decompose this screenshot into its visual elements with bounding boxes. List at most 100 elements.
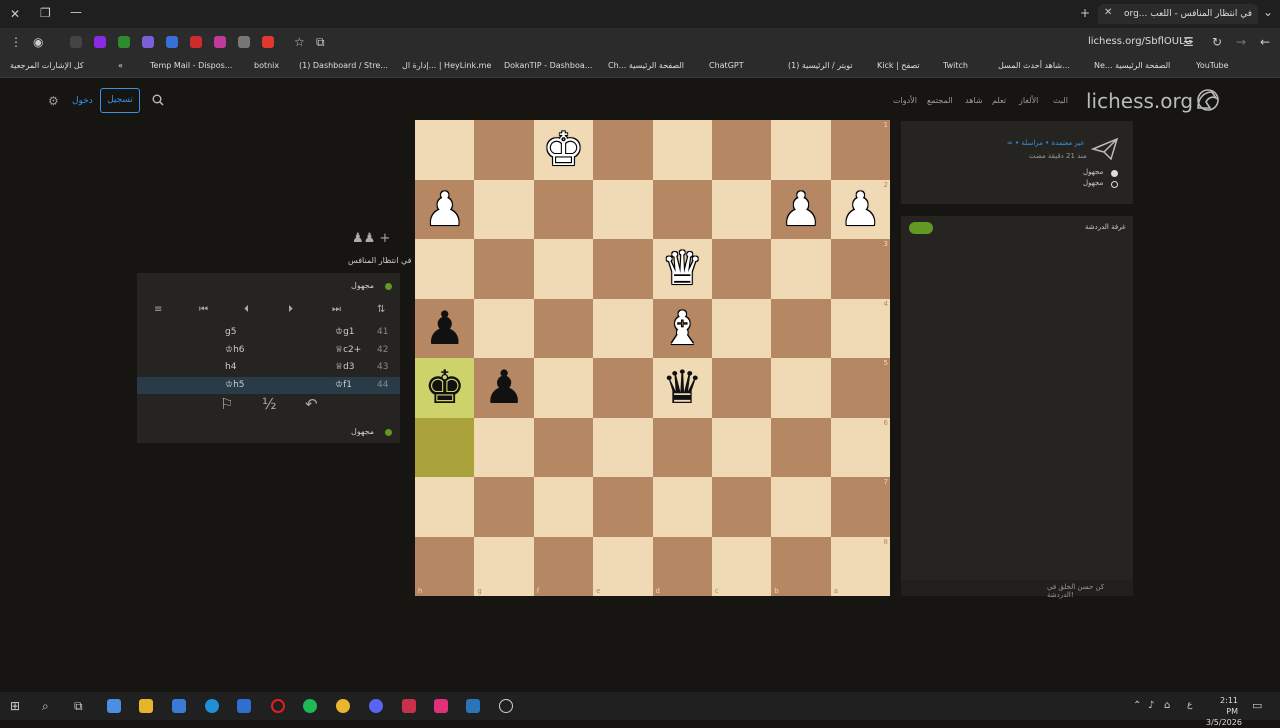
- board-square[interactable]: [533, 298, 594, 358]
- bookmark-star-icon[interactable]: ☆: [294, 36, 305, 48]
- bookmark-item[interactable]: Temp Mail - Dispos...: [150, 61, 232, 70]
- start-icon[interactable]: ⊞: [10, 700, 20, 712]
- board-square[interactable]: ♚: [533, 120, 594, 180]
- board-square[interactable]: 6: [830, 417, 890, 477]
- board-square[interactable]: [474, 298, 534, 358]
- tab-close-icon[interactable]: ✕: [1104, 8, 1112, 18]
- board-square[interactable]: [652, 417, 712, 477]
- nav-watch[interactable]: شاهد: [965, 96, 983, 105]
- white-piece[interactable]: ♟: [831, 180, 890, 240]
- file-explorer-icon[interactable]: [139, 699, 153, 713]
- resign-flag-icon[interactable]: ⚐: [220, 395, 233, 413]
- board-square[interactable]: [533, 417, 594, 477]
- white-piece[interactable]: ♟: [771, 180, 830, 240]
- board-square[interactable]: [474, 120, 534, 180]
- app-icon[interactable]: [434, 699, 448, 713]
- board-square[interactable]: [711, 417, 772, 477]
- nav-play[interactable]: البث: [1053, 96, 1068, 105]
- language-indicator[interactable]: ع: [1187, 701, 1192, 710]
- reload-icon[interactable]: ↻: [1212, 36, 1222, 48]
- taskbar-clock[interactable]: 2:11 PM 3/5/2026: [1206, 695, 1242, 728]
- board-square[interactable]: [474, 477, 534, 537]
- nav-puzzles[interactable]: الألغاز: [1019, 96, 1038, 105]
- bookmark-item[interactable]: شاهد أحدث المسل...: [998, 61, 1070, 70]
- white-move[interactable]: ♔f1: [335, 380, 352, 390]
- store-icon[interactable]: [172, 699, 186, 713]
- board-square[interactable]: [711, 179, 772, 239]
- board-square[interactable]: [415, 477, 475, 537]
- black-player-name[interactable]: مجهول: [1083, 179, 1103, 187]
- bookmark-all[interactable]: كل الإشارات المرجعية: [10, 61, 84, 70]
- bookmark-item[interactable]: Ne... الصفحة الرئيسية: [1094, 61, 1170, 70]
- board-square[interactable]: [652, 477, 712, 537]
- extension-icon[interactable]: [166, 36, 178, 48]
- board-square[interactable]: [771, 239, 831, 299]
- board-square[interactable]: [593, 179, 653, 239]
- board-square[interactable]: h: [415, 536, 475, 596]
- register-link[interactable]: دخول: [72, 96, 93, 106]
- board-square[interactable]: [474, 417, 534, 477]
- board-square[interactable]: [771, 120, 831, 180]
- extension-icon[interactable]: [238, 36, 250, 48]
- board-square[interactable]: [415, 417, 475, 477]
- board-square[interactable]: e: [593, 536, 653, 596]
- knight-logo-icon[interactable]: [1194, 88, 1220, 112]
- board-square[interactable]: g: [474, 536, 534, 596]
- extension-icon[interactable]: [262, 36, 274, 48]
- forward-icon[interactable]: ←: [1260, 36, 1270, 48]
- board-square[interactable]: [593, 239, 653, 299]
- board-square[interactable]: [771, 477, 831, 537]
- black-piece[interactable]: ♚: [415, 358, 474, 418]
- extension-icon[interactable]: [118, 36, 130, 48]
- board-square[interactable]: [415, 120, 475, 180]
- board-square[interactable]: f: [533, 536, 594, 596]
- white-move[interactable]: ♕c2+: [335, 345, 361, 355]
- board-square[interactable]: [771, 298, 831, 358]
- speaker-icon[interactable]: ♪: [1148, 701, 1154, 711]
- board-square[interactable]: [474, 179, 534, 239]
- network-icon[interactable]: ⌂: [1164, 701, 1170, 711]
- bookmark-item[interactable]: YouTube: [1196, 61, 1229, 70]
- board-square[interactable]: 2 ♟: [830, 179, 890, 240]
- nav-learn[interactable]: تعلم: [992, 96, 1006, 105]
- board-square[interactable]: [711, 120, 772, 180]
- board-square[interactable]: [533, 179, 594, 239]
- board-square[interactable]: [593, 298, 653, 358]
- bookmark-item[interactable]: (1) Dashboard / Stre...: [299, 61, 388, 70]
- takeback-icon[interactable]: ↶: [305, 395, 318, 413]
- search-taskbar-icon[interactable]: ⌕: [42, 700, 49, 712]
- mail-icon[interactable]: [237, 699, 251, 713]
- extension-icon[interactable]: [190, 36, 202, 48]
- chess-board[interactable]: ♚ 1 ♟ ♟ 2 ♟ ♛ 3 ♟ ♝ 4 ♚ ♟ ♛ 5 6 7 h g f e d c b 8 a: [415, 120, 890, 596]
- board-square[interactable]: 7: [830, 477, 890, 537]
- white-move[interactable]: ♔g1: [335, 327, 355, 337]
- bookmark-item[interactable]: (1) تويتر / الرئيسية: [788, 61, 853, 70]
- board-square[interactable]: [771, 417, 831, 477]
- black-move[interactable]: g5: [225, 327, 236, 337]
- opera-icon[interactable]: [271, 699, 285, 713]
- board-square[interactable]: [533, 477, 594, 537]
- copilot-icon[interactable]: [107, 699, 121, 713]
- bookmark-item[interactable]: DokanTIP - Dashboa...: [504, 61, 592, 70]
- flip-board-icon[interactable]: ⇅: [377, 304, 385, 315]
- bookmark-item[interactable]: Twitch: [943, 61, 968, 70]
- prev-move-icon[interactable]: ⏴: [244, 304, 249, 315]
- tab-search-icon[interactable]: ⌄: [1263, 6, 1273, 18]
- black-piece[interactable]: ♟: [415, 299, 474, 359]
- extension-icon[interactable]: [70, 36, 82, 48]
- board-square[interactable]: [652, 179, 712, 239]
- board-square[interactable]: c: [711, 536, 772, 596]
- board-square[interactable]: 4: [830, 298, 890, 358]
- board-square[interactable]: 8a: [830, 536, 890, 596]
- board-square[interactable]: [593, 417, 653, 477]
- minimize-window-icon[interactable]: —: [70, 6, 82, 18]
- notification-icon[interactable]: ▭: [1252, 700, 1262, 711]
- board-square[interactable]: b: [771, 536, 831, 596]
- share-icon[interactable]: ⧉: [316, 36, 325, 48]
- extension-icon[interactable]: [214, 36, 226, 48]
- bookmark-item[interactable]: إدارة ال... | HeyLink.me: [402, 61, 491, 70]
- extension-icon[interactable]: [142, 36, 154, 48]
- board-square[interactable]: 1: [830, 120, 890, 180]
- app-icon[interactable]: [402, 699, 416, 713]
- board-square[interactable]: [711, 239, 772, 299]
